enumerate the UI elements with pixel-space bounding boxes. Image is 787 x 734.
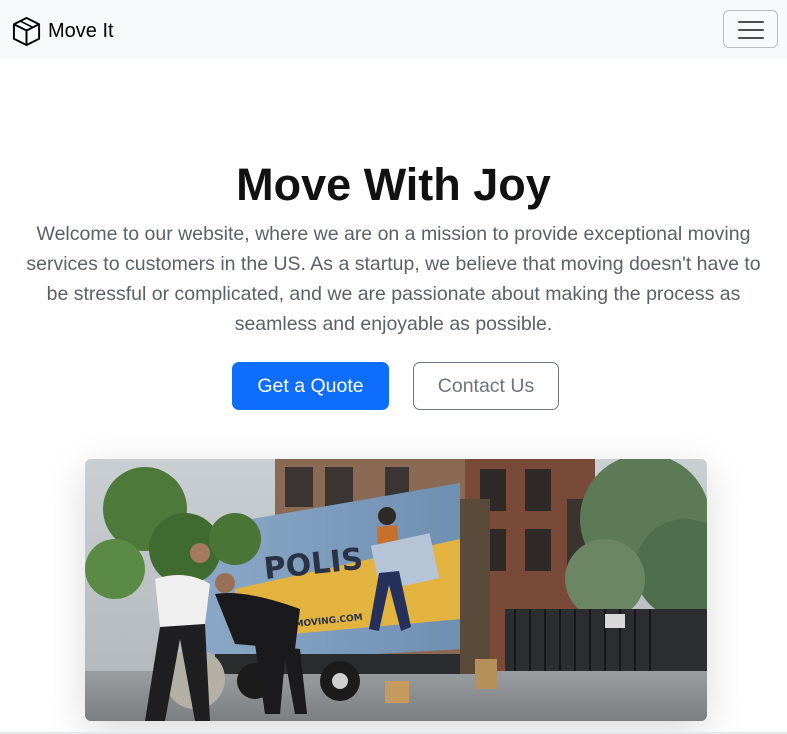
brand-name: Move It	[48, 20, 114, 42]
hamburger-menu-icon	[738, 20, 764, 40]
contact-us-button[interactable]: Contact Us	[413, 362, 559, 410]
moving-truck-photo: POLIS MOVING.COM	[85, 459, 707, 721]
navbar: Move It	[0, 0, 787, 59]
hero-title: Move With Joy	[236, 159, 551, 210]
navbar-toggler-button[interactable]	[723, 10, 778, 48]
hero-lead-text: Welcome to our website, where we are on …	[26, 223, 761, 335]
box-icon	[12, 16, 41, 46]
get-a-quote-button[interactable]: Get a Quote	[232, 362, 389, 410]
brand-link[interactable]: Move It	[11, 15, 114, 47]
hero-image: POLIS MOVING.COM	[85, 459, 707, 721]
